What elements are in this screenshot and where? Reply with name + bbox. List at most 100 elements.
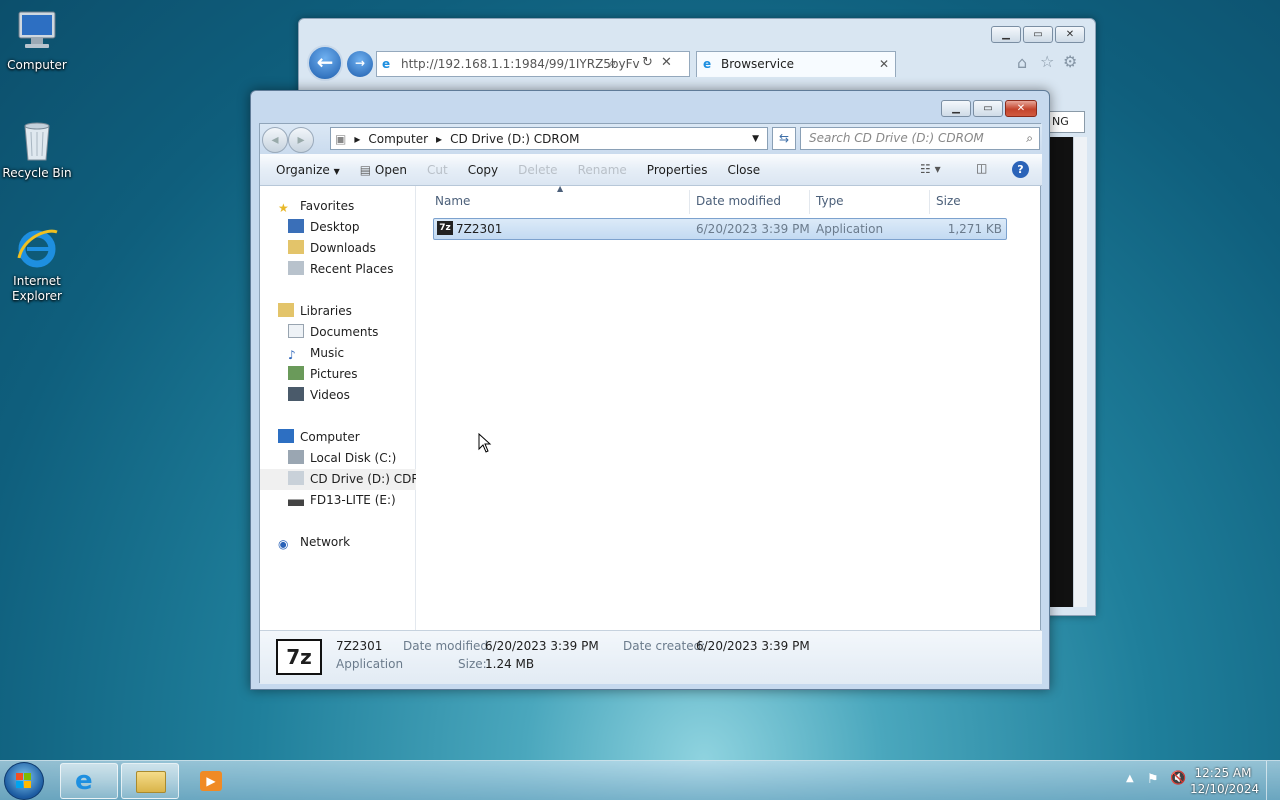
navigation-pane: ★ Favorites Desktop Downloads Recent Plac…	[260, 186, 416, 630]
chevron-down-icon: ▼	[333, 166, 340, 176]
maximize-button[interactable]: ▭	[973, 100, 1003, 117]
column-header-size[interactable]: Size	[936, 194, 961, 208]
desktop-icon-internet-explorer[interactable]: Internet Explorer	[0, 224, 74, 304]
breadcrumb-cd-drive[interactable]: CD Drive (D:) CDROM	[450, 132, 579, 146]
back-button[interactable]: ←	[307, 45, 343, 81]
close-command-button[interactable]: Close	[717, 163, 770, 177]
stop-icon[interactable]: ✕	[661, 55, 672, 70]
minimize-button[interactable]: ▁	[991, 26, 1021, 43]
nav-desktop[interactable]: Desktop	[260, 217, 416, 238]
details-size: 1.24 MB	[485, 657, 535, 671]
nav-label: Downloads	[310, 241, 376, 255]
taskbar-internet-explorer[interactable]: e	[60, 763, 118, 799]
breadcrumb[interactable]: ▣ ▸ Computer ▸ CD Drive (D:) CDROM ▼	[330, 127, 768, 150]
details-date-created: 6/20/2023 3:39 PM	[696, 639, 810, 653]
rename-button[interactable]: Rename	[568, 163, 637, 177]
close-label: Close	[727, 162, 761, 177]
minimize-button[interactable]: ▁	[941, 100, 971, 117]
show-desktop-button[interactable]	[1266, 761, 1280, 800]
volume-muted-icon[interactable]: 🔇	[1170, 771, 1186, 786]
file-type: Application	[816, 222, 884, 236]
desktop-icon-label: Internet Explorer	[12, 274, 62, 303]
close-button[interactable]: ✕	[1005, 100, 1037, 117]
desktop-icon-computer[interactable]: Computer	[0, 8, 74, 73]
star-icon: ★	[278, 201, 289, 215]
view-options-icon[interactable]: ☷ ▾	[920, 162, 941, 176]
nav-music[interactable]: ♪ Music	[260, 343, 416, 364]
nav-recent-places[interactable]: Recent Places	[260, 259, 416, 280]
rename-label: Rename	[577, 162, 627, 177]
nav-libraries[interactable]: Libraries	[260, 301, 416, 322]
nav-documents[interactable]: Documents	[260, 322, 416, 343]
nav-label: Recent Places	[310, 262, 394, 276]
home-icon[interactable]: ⌂	[1017, 53, 1027, 72]
taskbar-media-player[interactable]: ▶	[182, 763, 240, 799]
command-bar: Organize ▼ ▤ Open Cut Copy Delete Rename…	[260, 154, 1042, 186]
favorites-star-icon[interactable]: ☆	[1040, 52, 1054, 71]
column-header-date-modified[interactable]: Date modified	[696, 194, 781, 208]
refresh-button[interactable]: ⇆	[772, 127, 796, 150]
explorer-window[interactable]: ▁ ▭ ✕ ◂ ▸ ▣ ▸ Computer ▸ CD Drive (D:) C…	[250, 90, 1050, 690]
windows-logo-icon	[16, 773, 31, 788]
refresh-icon[interactable]: ↻	[642, 55, 653, 70]
nav-computer[interactable]: Computer	[260, 427, 416, 448]
tab-close-icon[interactable]: ✕	[879, 52, 889, 76]
folder-icon	[136, 771, 166, 793]
7z-file-icon: 7z	[437, 221, 453, 235]
back-button[interactable]: ◂	[262, 127, 288, 153]
browser-scrollbar[interactable]	[1073, 137, 1087, 607]
clock[interactable]: 12:25 AM 12/10/2024	[1190, 765, 1259, 797]
nav-label: Local Disk (C:)	[310, 451, 397, 465]
7z-icon-text: 7z	[286, 645, 312, 669]
column-header-name[interactable]: Name	[435, 194, 470, 208]
copy-label: Copy	[467, 162, 499, 177]
nav-local-disk[interactable]: Local Disk (C:)	[260, 448, 416, 469]
open-button[interactable]: ▤ Open	[350, 163, 417, 177]
preview-pane-icon[interactable]: ◫	[976, 161, 987, 175]
select-box[interactable]: NG	[1049, 111, 1085, 133]
help-icon[interactable]: ?	[1012, 161, 1029, 178]
show-hidden-icons-icon[interactable]: ▲	[1126, 773, 1134, 784]
nav-pictures[interactable]: Pictures	[260, 364, 416, 385]
file-list[interactable]: Name ▲ Date modified Type Size 7z 7Z2301…	[417, 184, 1042, 630]
nav-fd13[interactable]: FD13-LITE (E:)	[260, 490, 416, 511]
nav-downloads[interactable]: Downloads	[260, 238, 416, 259]
action-center-icon[interactable]: ⚑	[1147, 772, 1159, 787]
close-button[interactable]: ✕	[1055, 26, 1085, 43]
start-button[interactable]	[4, 762, 44, 800]
search-icon[interactable]: ⌕	[609, 56, 616, 71]
nav-network[interactable]: ◉ Network	[260, 532, 416, 553]
column-header-type[interactable]: Type	[816, 194, 844, 208]
taskbar-windows-explorer[interactable]	[121, 763, 179, 799]
breadcrumb-computer[interactable]: Computer	[368, 132, 428, 146]
properties-button[interactable]: Properties	[637, 163, 718, 177]
desktop-icon-recycle-bin[interactable]: Recycle Bin	[0, 116, 74, 181]
forward-button[interactable]: →	[347, 51, 373, 77]
music-icon: ♪	[288, 348, 296, 362]
delete-button[interactable]: Delete	[508, 163, 567, 177]
tab-title: Browservice	[721, 57, 795, 71]
recent-places-icon	[288, 261, 304, 275]
file-size: 1,271 KB	[947, 222, 1002, 236]
ie-page-icon: e	[382, 57, 391, 71]
nav-videos[interactable]: Videos	[260, 385, 416, 406]
search-placeholder: Search CD Drive (D:) CDROM	[809, 131, 984, 145]
organize-button[interactable]: Organize ▼	[266, 163, 350, 177]
nav-cd-drive[interactable]: CD Drive (D:) CDROM	[260, 469, 416, 490]
browser-tab[interactable]: e Browservice ✕	[696, 51, 896, 77]
search-input[interactable]: Search CD Drive (D:) CDROM ⌕	[800, 127, 1040, 150]
open-icon: ▤	[359, 162, 372, 177]
details-file-name: 7Z2301	[336, 639, 383, 653]
details-pane: 7z 7Z2301 Application Date modified: 6/2…	[260, 630, 1042, 684]
maximize-button[interactable]: ▭	[1023, 26, 1053, 43]
mouse-cursor	[478, 432, 492, 456]
cut-button[interactable]: Cut	[417, 163, 458, 177]
forward-button[interactable]: ▸	[288, 127, 314, 153]
nav-favorites[interactable]: ★ Favorites	[260, 196, 416, 217]
file-row[interactable]: 7z 7Z2301 6/20/2023 3:39 PM Application …	[433, 218, 1007, 240]
network-icon: ◉	[278, 537, 289, 551]
tools-gear-icon[interactable]: ⚙	[1063, 52, 1077, 71]
properties-label: Properties	[646, 162, 708, 177]
copy-button[interactable]: Copy	[458, 163, 508, 177]
chevron-down-icon[interactable]: ▼	[752, 134, 759, 144]
